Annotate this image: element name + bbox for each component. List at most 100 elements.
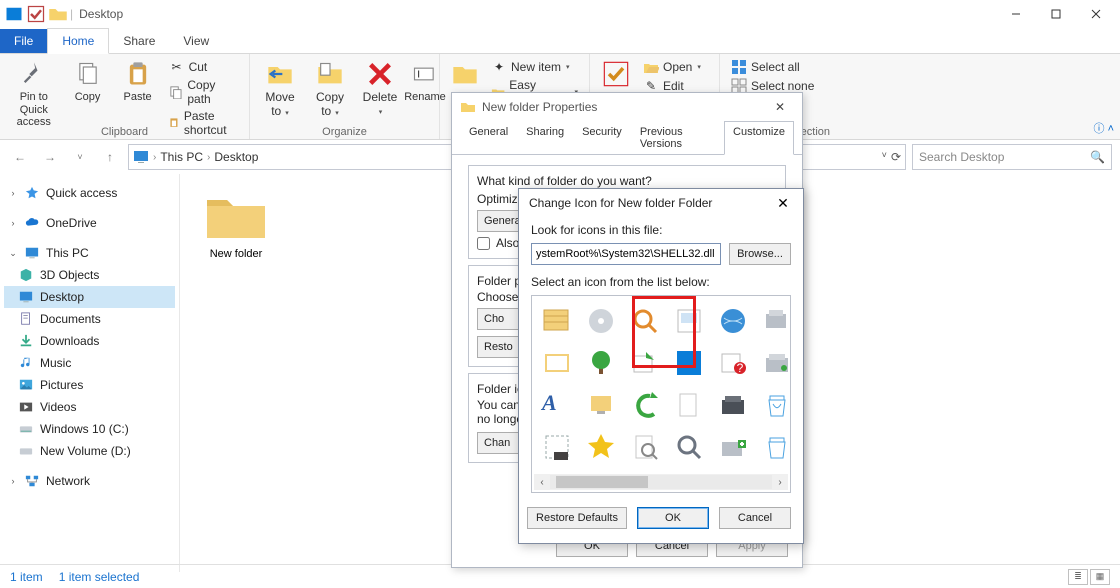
forward-button[interactable]: → — [38, 145, 62, 169]
cut-button[interactable]: ✂Cut — [166, 58, 241, 76]
change-icon-ok-button[interactable]: OK — [637, 507, 709, 529]
icon-option[interactable] — [758, 302, 796, 340]
open-button[interactable]: Open▾ — [640, 58, 704, 76]
browse-button[interactable]: Browse... — [729, 243, 791, 265]
icon-option[interactable] — [582, 428, 620, 466]
delete-button[interactable]: Delete ▾ — [358, 58, 402, 125]
sidebar-network[interactable]: ›Network — [4, 470, 175, 492]
minimize-button[interactable] — [996, 0, 1036, 28]
select-all-button[interactable]: Select all — [728, 58, 817, 76]
also-apply-checkbox[interactable] — [477, 237, 490, 250]
copy-to-icon — [316, 60, 344, 88]
icon-path-input[interactable] — [531, 243, 721, 265]
sidebar-item-3dobjects[interactable]: 3D Objects — [4, 264, 175, 286]
search-input[interactable]: Search Desktop 🔍 — [912, 144, 1112, 170]
pin-to-quick-access[interactable]: Pin to Quick access — [8, 58, 60, 125]
open-icon — [643, 59, 659, 75]
icon-option[interactable] — [626, 344, 664, 382]
scroll-thumb[interactable] — [556, 476, 648, 488]
close-button[interactable] — [1076, 0, 1116, 28]
icon-option[interactable] — [582, 302, 620, 340]
screen-icon — [24, 245, 40, 261]
delete-icon — [366, 60, 394, 88]
icon-option[interactable] — [758, 344, 796, 382]
sidebar-item-downloads[interactable]: Downloads — [4, 330, 175, 352]
sidebar-item-desktop[interactable]: Desktop — [4, 286, 175, 308]
icon-option[interactable] — [670, 344, 708, 382]
view-details-button[interactable]: ≣ — [1068, 569, 1088, 585]
tab-security[interactable]: Security — [573, 121, 631, 155]
tab-sharing[interactable]: Sharing — [517, 121, 573, 155]
breadcrumb-thispc[interactable]: This PC — [160, 150, 203, 164]
back-button[interactable]: ← — [8, 145, 32, 169]
chevron-right-icon[interactable]: › — [153, 152, 156, 163]
icon-option[interactable] — [538, 302, 576, 340]
icon-option[interactable] — [670, 386, 708, 424]
icon-option[interactable] — [538, 344, 576, 382]
icon-option[interactable] — [626, 302, 664, 340]
change-icon-cancel-button[interactable]: Cancel — [719, 507, 791, 529]
icon-option[interactable]: ? — [714, 344, 752, 382]
properties-close-button[interactable]: ✕ — [766, 100, 794, 114]
sidebar-item-videos[interactable]: Videos — [4, 396, 175, 418]
rename-icon — [411, 60, 439, 88]
icon-option[interactable] — [670, 302, 708, 340]
view-icons-button[interactable]: ▦ — [1090, 569, 1110, 585]
addr-refresh-icon[interactable]: ⟳ — [891, 150, 901, 164]
rename-button[interactable]: Rename — [408, 58, 442, 125]
tab-share[interactable]: Share — [109, 29, 169, 53]
change-icon-close-button[interactable]: ✕ — [773, 195, 793, 212]
icon-option[interactable] — [758, 386, 796, 424]
icon-option[interactable] — [626, 428, 664, 466]
scroll-left-icon[interactable]: ‹ — [534, 477, 550, 488]
copy-button[interactable]: Copy — [66, 58, 110, 125]
sidebar-item-pictures[interactable]: Pictures — [4, 374, 175, 396]
recent-button[interactable]: ˅ — [68, 145, 92, 169]
ribbon-collapse-icon[interactable]: ⓘ ˄ — [1094, 120, 1114, 136]
window-title: Desktop — [79, 7, 123, 21]
chevron-right-icon[interactable]: › — [207, 152, 210, 163]
tab-home[interactable]: Home — [47, 28, 109, 54]
sidebar-item-drive-d[interactable]: New Volume (D:) — [4, 440, 175, 462]
icon-option[interactable] — [582, 386, 620, 424]
icon-option[interactable] — [626, 386, 664, 424]
copy-to-button[interactable]: Copy to ▾ — [308, 58, 352, 125]
tab-view[interactable]: View — [169, 29, 223, 53]
icon-option[interactable] — [538, 428, 576, 466]
scroll-right-icon[interactable]: › — [772, 477, 788, 488]
sidebar-item-music[interactable]: Music — [4, 352, 175, 374]
icon-option[interactable] — [582, 344, 620, 382]
icon-scrollbar[interactable]: ‹ › — [534, 474, 788, 490]
tab-previous-versions[interactable]: Previous Versions — [631, 121, 724, 155]
move-to-button[interactable]: Move to ▾ — [258, 58, 302, 125]
breadcrumb-desktop[interactable]: Desktop — [214, 150, 258, 164]
restore-defaults-button[interactable]: Restore Defaults — [527, 507, 627, 529]
ribbon-tabs: File Home Share View — [0, 28, 1120, 54]
maximize-button[interactable] — [1036, 0, 1076, 28]
properties-title: New folder Properties — [482, 100, 760, 114]
list-item[interactable]: New folder — [196, 190, 276, 260]
sidebar-quick-access[interactable]: ›Quick access — [4, 182, 175, 204]
sidebar-thispc[interactable]: ⌄This PC — [4, 242, 175, 264]
icon-option[interactable] — [714, 428, 752, 466]
icon-list[interactable]: ? A ‹ › — [531, 295, 791, 493]
tab-file[interactable]: File — [0, 29, 47, 53]
tab-customize[interactable]: Customize — [724, 121, 794, 155]
icon-option[interactable] — [670, 428, 708, 466]
sidebar-item-drive-c[interactable]: Windows 10 (C:) — [4, 418, 175, 440]
qat-checkbox-icon[interactable] — [26, 4, 46, 24]
new-item-button[interactable]: ✦New item▾ — [488, 58, 581, 76]
copy-path-button[interactable]: Copy path — [166, 77, 241, 107]
paste-button[interactable]: Paste — [116, 58, 160, 125]
cut-icon: ✂ — [169, 59, 185, 75]
tab-general[interactable]: General — [460, 121, 517, 155]
icon-option[interactable] — [714, 302, 752, 340]
up-button[interactable]: ↑ — [98, 145, 122, 169]
icon-option[interactable]: A — [538, 386, 576, 424]
sidebar-onedrive[interactable]: ›OneDrive — [4, 212, 175, 234]
videos-icon — [18, 399, 34, 415]
icon-option[interactable] — [714, 386, 752, 424]
addr-dropdown-icon[interactable]: ˅ — [882, 150, 887, 164]
icon-option[interactable] — [758, 428, 796, 466]
sidebar-item-documents[interactable]: Documents — [4, 308, 175, 330]
